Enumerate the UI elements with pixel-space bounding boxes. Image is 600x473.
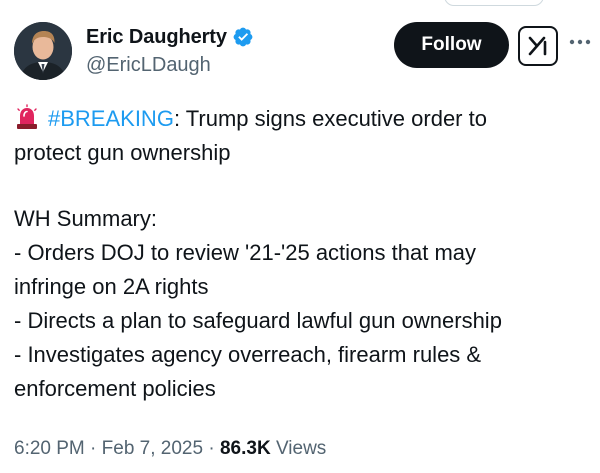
views-label: Views	[270, 438, 327, 459]
summary-line-3: - Directs a plan to safeguard lawful gun…	[14, 308, 502, 333]
tweet-meta: 6:20 PM · Feb 7, 2025 · 86.3K Views	[14, 438, 326, 460]
headline-line-1: #BREAKING: Trump signs executive order t…	[14, 102, 586, 136]
meta-separator: ·	[203, 438, 220, 459]
summary-line-5: enforcement policies	[14, 376, 216, 401]
top-partial-button[interactable]	[444, 0, 544, 6]
views-count: 86.3K	[219, 438, 271, 459]
tweet-time[interactable]: 6:20 PM	[14, 438, 85, 459]
verified-badge-icon	[233, 27, 253, 47]
tweet-header: Eric Daugherty @EricLDaugh Follow	[14, 22, 591, 82]
siren-emoji-icon	[17, 104, 37, 129]
author-names: Eric Daugherty @EricLDaugh	[86, 24, 254, 77]
summary-line-2: infringe on 2A rights	[14, 274, 209, 299]
grok-icon[interactable]	[518, 26, 558, 66]
summary-title: WH Summary:	[14, 206, 157, 231]
hashtag-link[interactable]: #BREAKING	[48, 106, 174, 131]
summary-line-1: - Orders DOJ to review '21-'25 actions t…	[14, 240, 477, 265]
follow-button[interactable]: Follow	[394, 22, 509, 68]
headline-line-2: protect gun ownership	[14, 140, 231, 165]
name-row: Eric Daugherty	[86, 24, 254, 50]
tweet-date[interactable]: Feb 7, 2025	[102, 438, 203, 459]
more-horizontal-icon[interactable]	[566, 28, 594, 56]
avatar[interactable]	[14, 22, 72, 80]
tweet-text: #BREAKING: Trump signs executive order t…	[14, 102, 586, 406]
headline-text: : Trump signs executive order to	[173, 106, 487, 131]
author-handle[interactable]: @EricLDaugh	[86, 54, 254, 77]
meta-separator: ·	[84, 438, 102, 459]
author-display-name[interactable]: Eric Daugherty	[86, 26, 227, 49]
summary-line-4: - Investigates agency overreach, firearm…	[14, 342, 482, 367]
grok-glyph	[528, 36, 547, 56]
